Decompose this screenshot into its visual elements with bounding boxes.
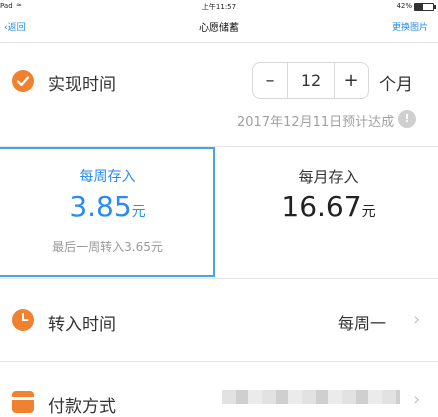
payment-account-redacted[interactable] [222,390,400,404]
weekly-amount: 3.85元 [0,190,215,223]
card-icon [12,391,34,413]
monthly-plan-label: 每月存入 [298,168,359,186]
battery-icon [414,3,436,11]
status-bar: Pad ≈ 上午11:57 42% [0,0,438,12]
check-circle-icon [12,70,34,92]
chevron-right-icon[interactable]: › [413,389,420,410]
battery-percent: 42% [396,2,412,10]
nav-bar: ‹返回 心愿储蓄 更换图片 [0,12,438,43]
estimate-date: 2017年12月11日预计达成 [237,115,395,130]
monthly-currency: 元 [361,204,376,220]
weekly-plan-label: 每周存入 [79,169,136,185]
transfer-weekday[interactable]: 每周一 [338,310,386,334]
months-value[interactable]: 12 [287,63,335,98]
monthly-amount: 16.67元 [219,190,438,223]
decrement-button[interactable]: – [253,63,287,98]
page-title: 心愿储蓄 [199,23,239,34]
months-unit: 个月 [379,75,413,95]
weekly-currency: 元 [131,204,146,220]
change-image-button[interactable]: 更换图片 [392,20,428,33]
increment-button[interactable]: + [334,63,368,98]
clock-icon [12,309,34,331]
months-stepper: – 12 + [252,62,369,99]
divider [0,278,438,279]
info-icon[interactable]: ! [398,110,416,128]
weekly-note: 最后一周转入3.65元 [52,240,163,254]
chevron-right-icon[interactable]: › [413,309,420,330]
transfer-time-label: 转入时间 [48,315,116,335]
divider [0,361,438,362]
status-time: 上午11:57 [201,3,237,11]
monthly-amount-value: 16.67 [281,190,362,223]
weekly-amount-value: 3.85 [69,190,132,223]
realize-time-label: 实现时间 [48,75,116,95]
payment-method-label: 付款方式 [48,397,116,417]
